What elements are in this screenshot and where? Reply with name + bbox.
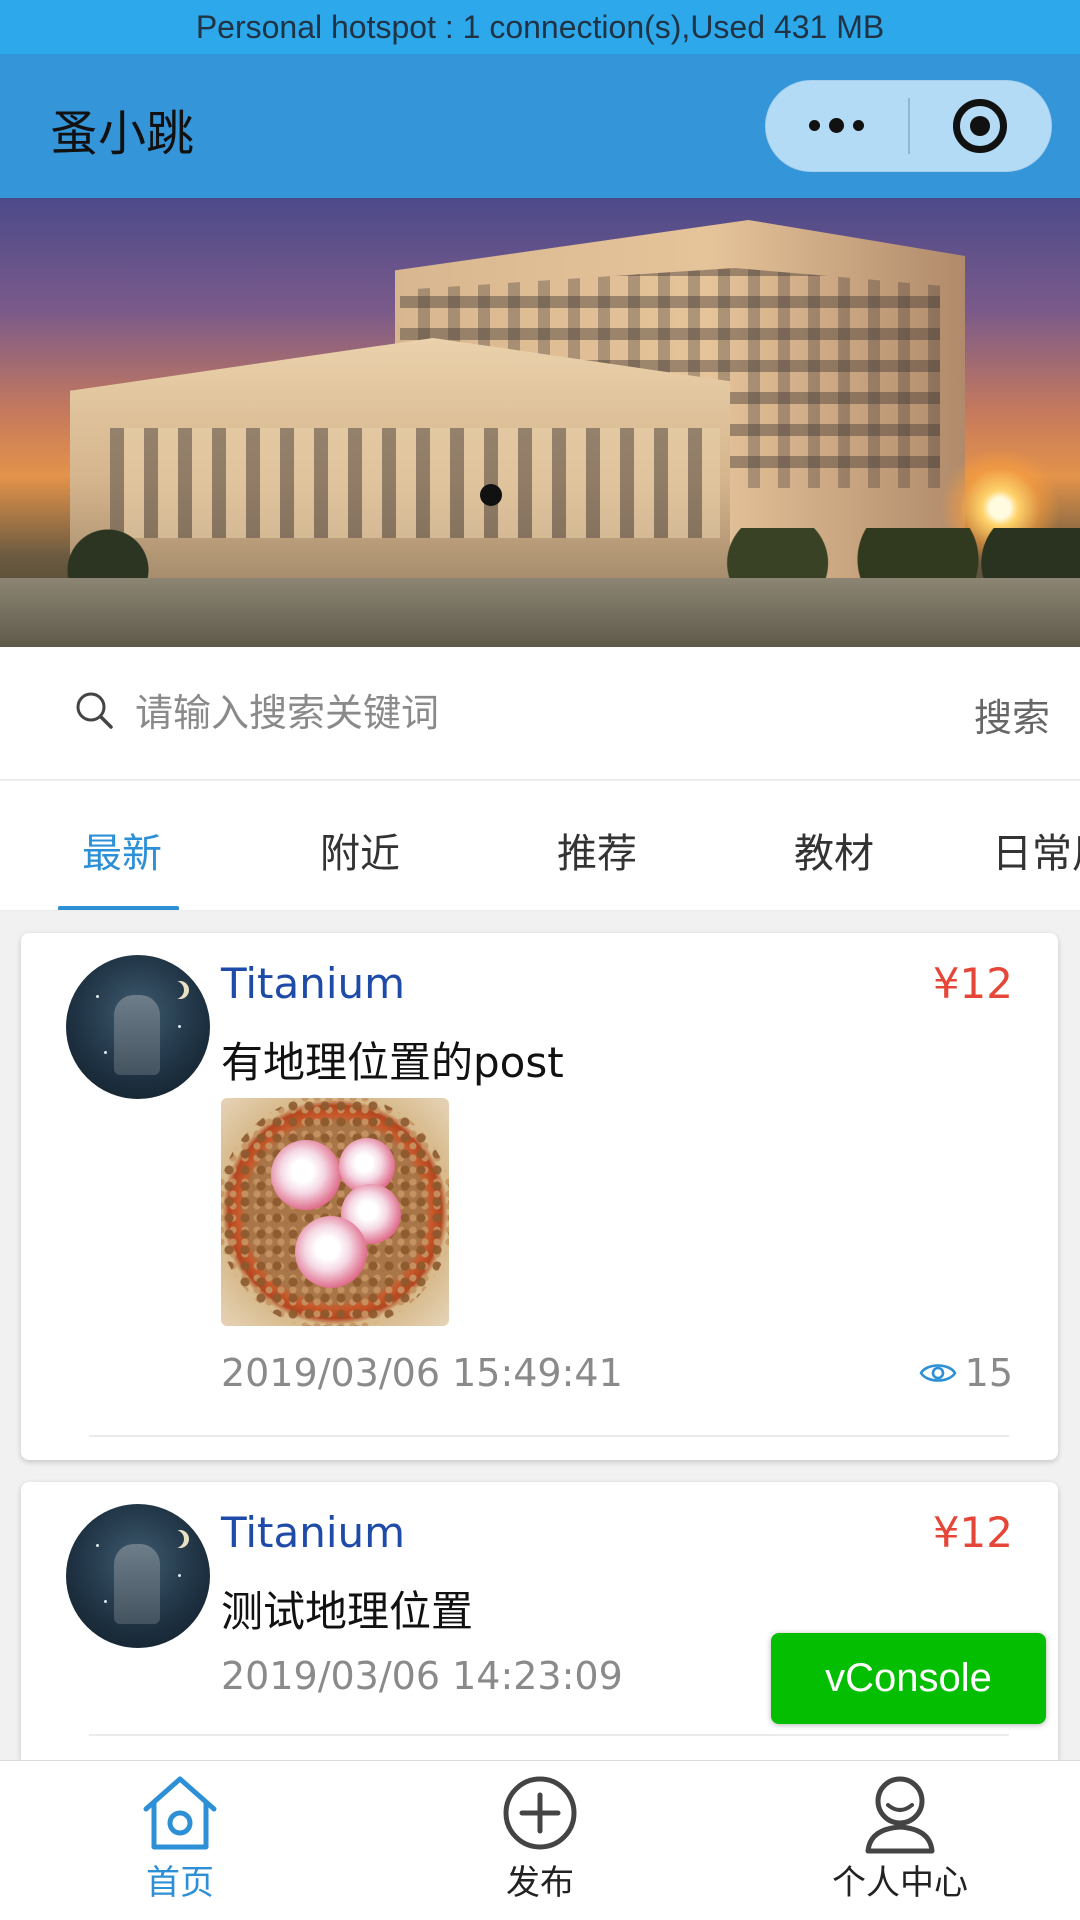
avatar[interactable] — [66, 955, 210, 1099]
post-card[interactable]: Titanium ¥12 有地理位置的post 2019/03/06 15:49… — [21, 933, 1058, 1460]
tabbar-label: 首页 — [146, 1863, 214, 1903]
avatar[interactable] — [66, 1504, 210, 1648]
card-divider — [89, 1734, 1009, 1736]
more-button[interactable] — [766, 80, 908, 172]
target-circle-icon — [953, 99, 1008, 153]
post-title: 测试地理位置 — [221, 1587, 474, 1636]
active-tab-indicator — [58, 906, 179, 910]
category-tabs: 最新 附近 推荐 教材 日常用品 — [0, 781, 1080, 911]
view-count: 15 — [964, 1351, 1013, 1395]
post-price: ¥12 — [932, 1508, 1013, 1557]
more-dots-icon — [809, 117, 865, 133]
mini-program-capsule — [765, 80, 1052, 172]
card-divider — [89, 1435, 1009, 1437]
tab-textbooks[interactable]: 教材 — [794, 821, 874, 879]
post-views: 15 — [919, 1351, 1013, 1395]
close-button[interactable] — [910, 80, 1052, 172]
status-bar-text: Personal hotspot : 1 connection(s),Used … — [195, 8, 885, 45]
post-timestamp: 2019/03/06 14:23:09 — [221, 1654, 623, 1698]
tabbar-label: 个人中心 — [832, 1863, 968, 1903]
post-image[interactable] — [221, 1098, 449, 1326]
search-bar: 搜索 — [0, 647, 1080, 780]
tabbar-publish[interactable]: 发布 — [440, 1771, 640, 1920]
carousel-indicator-dot[interactable] — [480, 484, 502, 506]
search-icon — [76, 692, 113, 729]
eye-icon — [919, 1364, 957, 1382]
search-button[interactable]: 搜索 — [974, 687, 1050, 742]
tabbar-label: 发布 — [506, 1863, 574, 1903]
post-username[interactable]: Titanium — [221, 959, 405, 1008]
tabbar-home[interactable]: 首页 — [80, 1771, 280, 1920]
add-circle-icon — [503, 1776, 577, 1850]
search-input[interactable] — [135, 682, 835, 744]
tabbar-profile[interactable]: 个人中心 — [800, 1771, 1000, 1920]
tab-latest[interactable]: 最新 — [82, 821, 162, 879]
tab-nearby[interactable]: 附近 — [320, 821, 400, 879]
post-username[interactable]: Titanium — [221, 1508, 405, 1557]
tab-daily-goods[interactable]: 日常用品 — [992, 821, 1080, 879]
user-icon — [865, 1776, 935, 1854]
vconsole-button[interactable]: vConsole — [771, 1633, 1046, 1724]
post-price: ¥12 — [932, 959, 1013, 1008]
home-icon — [143, 1776, 217, 1850]
post-title: 有地理位置的post — [221, 1038, 564, 1087]
tab-recommend[interactable]: 推荐 — [557, 821, 637, 879]
banner-carousel[interactable] — [0, 198, 1080, 647]
status-bar: Personal hotspot : 1 connection(s),Used … — [0, 0, 1080, 54]
bottom-tab-bar: 首页 发布 个人中心 — [0, 1760, 1080, 1920]
nav-bar: 蚤小跳 — [0, 54, 1080, 198]
post-timestamp: 2019/03/06 15:49:41 — [221, 1351, 623, 1395]
page-title: 蚤小跳 — [50, 106, 195, 162]
